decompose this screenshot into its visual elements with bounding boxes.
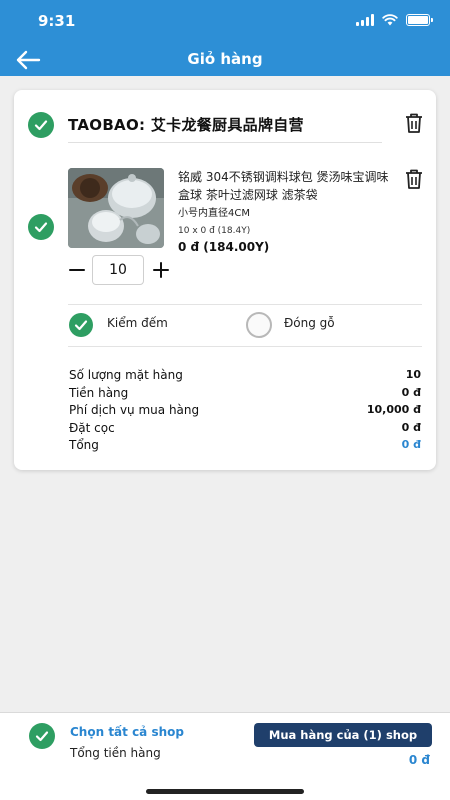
check-icon — [35, 731, 49, 742]
summary-value: 10 — [405, 368, 421, 381]
tea-infuser-image — [68, 168, 164, 248]
summary-row-total: Tổng 0 đ — [69, 438, 421, 456]
shop-cart-card: TAOBAO: 艾卡龙餐厨具品牌自营 铭威 304不锈钢调料球包 煲汤味宝调味盒… — [14, 90, 436, 470]
summary-label: Tiền hàng — [69, 385, 129, 400]
checkout-bar: Chọn tất cả shop Tổng tiền hàng Mua hàng… — [0, 712, 450, 800]
delete-product-trash-icon[interactable] — [404, 168, 424, 190]
summary-value: 0 đ — [401, 385, 421, 399]
product-variant: 小号内直径4CM — [178, 208, 250, 219]
page-title: Giỏ hàng — [187, 50, 263, 68]
summary-value: 10,000 đ — [366, 403, 421, 416]
plus-icon[interactable] — [152, 261, 170, 279]
wood-option-label[interactable]: Đóng gỗ — [284, 316, 335, 330]
divider — [68, 346, 422, 347]
summary-total-value: 0 đ — [401, 438, 421, 451]
summary-row-item-count: Số lượng mặt hàng 10 — [69, 368, 421, 386]
product-price: 0 đ (184.00Y) — [178, 240, 270, 254]
select-all-checkbox[interactable] — [29, 723, 55, 749]
buy-shops-button[interactable]: Mua hàng của (1) shop — [254, 723, 432, 747]
select-all-shops-link[interactable]: Chọn tất cả shop — [70, 725, 184, 739]
count-checkbox[interactable] — [69, 313, 93, 337]
shop-select-checkbox[interactable] — [28, 112, 54, 138]
summary-row-goods-total: Tiền hàng 0 đ — [69, 386, 421, 404]
nav-bar: Giỏ hàng — [0, 44, 450, 76]
system-icons — [356, 14, 433, 26]
delete-shop-trash-icon[interactable] — [404, 112, 424, 134]
product-name[interactable]: 铭威 304不锈钢调料球包 煲汤味宝调味盒球 茶叶过滤网球 滤茶袋 — [178, 168, 400, 204]
status-bar: 9:31 — [0, 0, 450, 44]
divider — [68, 142, 382, 143]
home-indicator[interactable] — [146, 789, 304, 794]
order-summary: Số lượng mặt hàng 10 Tiền hàng 0 đ Phí d… — [69, 368, 421, 456]
summary-row-service-fee: Phí dịch vụ mua hàng 10,000 đ — [69, 403, 421, 421]
quantity-input[interactable]: 10 — [92, 255, 144, 285]
status-time: 9:31 — [38, 12, 76, 30]
count-option-label[interactable]: Kiểm đếm — [107, 316, 168, 330]
check-icon — [34, 120, 48, 131]
product-thumbnail[interactable] — [68, 168, 164, 248]
summary-label: Tổng — [69, 438, 99, 452]
minus-icon[interactable] — [68, 261, 86, 279]
summary-row-deposit: Đặt cọc 0 đ — [69, 421, 421, 439]
summary-value: 0 đ — [401, 420, 421, 434]
total-goods-value: 0 đ — [408, 753, 430, 767]
battery-icon — [406, 14, 433, 26]
wifi-icon — [382, 14, 398, 26]
summary-label: Số lượng mặt hàng — [69, 368, 183, 382]
shop-name: TAOBAO: 艾卡龙餐厨具品牌自营 — [68, 116, 304, 134]
product-select-checkbox[interactable] — [28, 214, 54, 240]
check-icon — [74, 320, 88, 331]
product-unit-calc: 10 x 0 đ (18.4Y) — [178, 226, 251, 236]
summary-label: Đặt cọc — [69, 420, 115, 435]
summary-label: Phí dịch vụ mua hàng — [69, 403, 200, 417]
divider — [68, 304, 422, 305]
wood-packing-checkbox[interactable] — [246, 312, 272, 338]
signal-icon — [356, 14, 374, 26]
check-icon — [34, 222, 48, 233]
total-goods-label: Tổng tiền hàng — [70, 746, 161, 760]
